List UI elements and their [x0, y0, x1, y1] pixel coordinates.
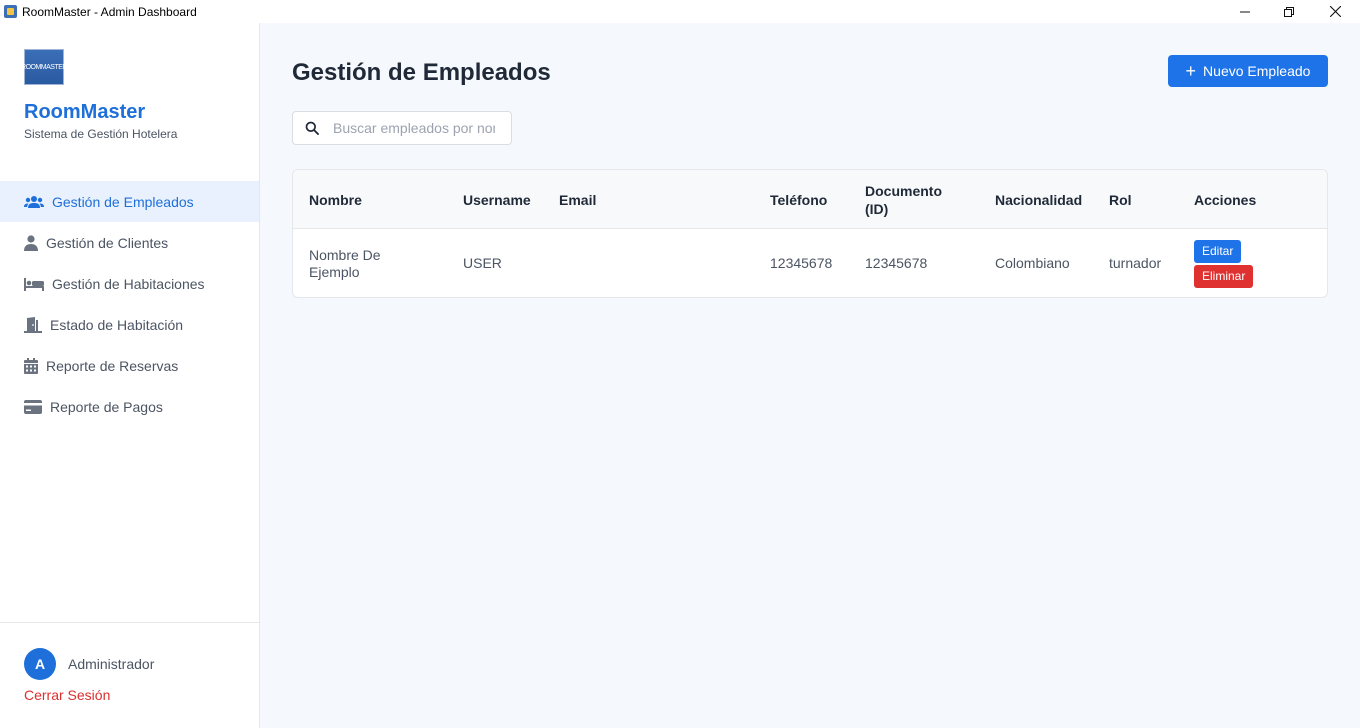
sidebar-item-estado-habitacion[interactable]: Estado de Habitación — [0, 304, 259, 345]
sidebar-item-clientes[interactable]: Gestión de Clientes — [0, 222, 259, 263]
header-acciones: Acciones — [1194, 191, 1257, 208]
cell-nacionalidad: Colombiano — [995, 255, 1070, 271]
sidebar-item-habitaciones[interactable]: Gestión de Habitaciones — [0, 263, 259, 304]
sidebar-item-label: Estado de Habitación — [50, 316, 184, 333]
header-telefono: Teléfono — [770, 191, 828, 208]
cell-telefono: 12345678 — [770, 255, 833, 271]
credit-card-icon — [24, 399, 42, 415]
window-titlebar: RoomMaster - Admin Dashboard — [0, 0, 1360, 23]
header-nombre: Nombre — [309, 191, 362, 208]
logout-link[interactable]: Cerrar Sesión — [24, 687, 110, 703]
sidebar-item-label: Gestión de Habitaciones — [52, 275, 205, 292]
header-documento: Documento (ID) — [865, 182, 942, 217]
plus-icon: + — [1185, 61, 1197, 81]
app-icon — [4, 5, 17, 18]
restore-icon — [1284, 6, 1294, 17]
sidebar-item-label: Reporte de Pagos — [50, 398, 163, 415]
brand-name: RoomMaster — [24, 101, 146, 123]
user-name: Administrador — [68, 656, 155, 672]
minimize-button[interactable] — [1222, 0, 1268, 23]
search-input[interactable] — [333, 120, 495, 136]
avatar: A — [24, 648, 56, 680]
minimize-icon — [1240, 11, 1250, 12]
bed-icon — [24, 276, 44, 292]
header-username: Username — [463, 191, 531, 208]
sidebar: ROOMMASTER RoomMaster Sistema de Gestión… — [0, 23, 260, 728]
brand-subtitle: Sistema de Gestión Hotelera — [24, 127, 178, 141]
cell-acciones: Editar Eliminar — [1194, 229, 1254, 297]
sidebar-item-reservas[interactable]: Reporte de Reservas — [0, 345, 259, 386]
restore-button[interactable] — [1266, 0, 1312, 23]
main-content: Gestión de Empleados + Nuevo Empleado No… — [260, 23, 1360, 728]
header-email: Email — [559, 191, 597, 208]
table-row: Nombre De Ejemplo USER 12345678 12345678… — [293, 229, 1327, 297]
sidebar-item-label: Gestión de Clientes — [46, 234, 169, 251]
search-icon — [305, 121, 319, 135]
table-header: Nombre Username Email Teléfono Documento… — [293, 170, 1327, 229]
new-employee-label: Nuevo Empleado — [1203, 63, 1311, 79]
cell-documento: 12345678 — [865, 255, 928, 271]
users-icon — [24, 194, 44, 210]
search-box — [292, 111, 512, 145]
close-icon — [1329, 6, 1341, 17]
delete-button[interactable]: Eliminar — [1194, 264, 1254, 288]
sidebar-item-label: Reporte de Reservas — [46, 357, 179, 374]
user-icon — [24, 234, 38, 251]
window-title: RoomMaster - Admin Dashboard — [22, 4, 197, 19]
sidebar-item-pagos[interactable]: Reporte de Pagos — [0, 386, 259, 427]
close-button[interactable] — [1312, 0, 1358, 23]
edit-button[interactable]: Editar — [1194, 239, 1242, 263]
sidebar-item-empleados[interactable]: Gestión de Empleados — [0, 181, 259, 222]
sidebar-item-label: Gestión de Empleados — [52, 193, 194, 210]
cell-nombre: Nombre De Ejemplo — [309, 246, 381, 280]
new-employee-button[interactable]: + Nuevo Empleado — [1168, 55, 1328, 87]
door-icon — [24, 316, 42, 333]
header-rol: Rol — [1109, 191, 1132, 208]
page-title: Gestión de Empleados — [292, 59, 551, 86]
employees-table: Nombre Username Email Teléfono Documento… — [292, 169, 1328, 298]
calendar-icon — [24, 357, 38, 374]
sidebar-nav: Gestión de Empleados Gestión de Clientes… — [0, 181, 259, 427]
roommaster-logo: ROOMMASTER — [21, 49, 67, 85]
header-nacionalidad: Nacionalidad — [995, 191, 1083, 208]
cell-username: USER — [463, 255, 502, 271]
sidebar-footer: A Administrador Cerrar Sesión — [0, 622, 259, 728]
cell-rol: turnador — [1109, 255, 1162, 271]
